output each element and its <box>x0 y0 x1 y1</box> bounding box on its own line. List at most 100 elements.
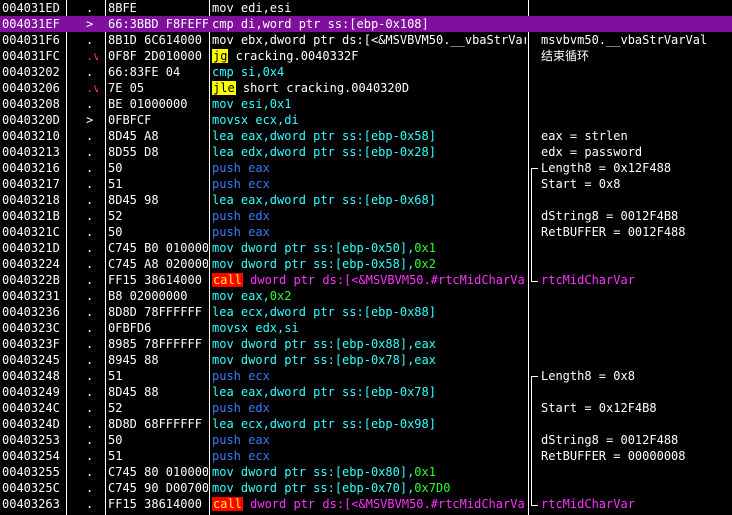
address-cell: 0040321C <box>2 225 60 239</box>
jump-marker: . <box>86 209 94 223</box>
comment-cell: dString8 = 0012F488 <box>541 433 679 447</box>
hex-cell: 0FBFD6 <box>108 321 152 335</box>
hex-cell: 0F8F 2D010000 <box>108 49 202 63</box>
disassembly-row[interactable]: 0040324C. 52 push edx Start = 0x12F4B8 <box>0 400 732 416</box>
comment-cell <box>541 112 732 128</box>
hex-cell: C745 80 01000000 <box>108 465 208 479</box>
address-cell: 0040325C <box>2 481 60 495</box>
instruction-token: jle <box>212 81 236 95</box>
jump-marker: > <box>86 113 94 127</box>
disassembly-row[interactable]: 0040321B. 52 push edx dString8 = 0012F4B8 <box>0 208 732 224</box>
jump-marker: . <box>86 129 94 143</box>
disassembly-row[interactable]: 00403208. BE 01000000 mov esi,0x1 <box>0 96 732 112</box>
address-cell: 004031EF <box>2 17 60 31</box>
hex-cell: 66:3BBD F8FEFF <box>108 17 208 31</box>
disassembly-view[interactable]: 004031ED. 8BFE mov edi,esi 004031EF >66:3BBD… <box>0 0 732 515</box>
disassembly-row[interactable]: 0040322B. FF15 38614000 call dword ptr ds:… <box>0 272 732 288</box>
instruction-token: movsx edx,si <box>212 321 299 335</box>
address-cell: 00403263 <box>2 497 60 511</box>
disassembly-row[interactable]: 00403248. 51 push ecx Length8 = 0x8 <box>0 368 732 384</box>
address-cell: 00403253 <box>2 433 60 447</box>
disassembly-row[interactable]: 00403210. 8D45 A8 lea eax,dword ptr ss:[eb… <box>0 128 732 144</box>
instruction-token: 0x1 <box>414 465 436 479</box>
hex-cell: 51 <box>108 369 123 383</box>
address-cell: 00403254 <box>2 449 60 463</box>
instruction-cell: mov edi,esi <box>212 0 526 16</box>
hex-cell: 52 <box>108 209 123 223</box>
disassembly-row[interactable]: 0040325C. C745 90 D0070000 mov dword ptr s… <box>0 480 732 496</box>
comment-cell: RetBUFFER = 0012F488 <box>541 225 686 239</box>
disassembly-row[interactable]: 004031EF >66:3BBD F8FEFF cmp di,word ptr s… <box>0 16 732 32</box>
address-cell: 004031FC <box>2 49 60 63</box>
disassembly-row[interactable]: 00403216. 50 push eax Length8 = 0x12F488 <box>0 160 732 176</box>
comment-cell <box>541 480 732 496</box>
comment-cell: 结束循环 <box>541 49 590 63</box>
address-cell: 0040324C <box>2 401 60 415</box>
address-cell: 00403217 <box>2 177 60 191</box>
instruction-cell: lea edx,dword ptr ss:[ebp-0x28] <box>212 144 526 160</box>
comment-cell: rtcMidCharVar <box>541 497 635 511</box>
instruction-token: 0x7D0 <box>414 481 451 495</box>
disassembly-row[interactable]: 00403224. C745 A8 02000000 mov dword ptr s… <box>0 256 732 272</box>
jump-marker: . <box>86 433 94 447</box>
jump-marker: . <box>86 497 94 511</box>
argument-bracket <box>531 168 538 282</box>
disassembly-row[interactable]: 0040323F. 8985 78FFFFFF mov dword ptr ss:[… <box>0 336 732 352</box>
instruction-cell: call dword ptr ds:[<&MSVBVM50.#rtcMidCha… <box>212 496 526 512</box>
hex-cell: FF15 38614000 <box>108 273 202 287</box>
address-cell: 0040324D <box>2 417 60 431</box>
disassembly-row[interactable]: 00403255. C745 80 01000000 mov dword ptr s… <box>0 464 732 480</box>
instruction-token: lea ecx,dword ptr ss:[ebp-0x98] <box>212 417 436 431</box>
comment-cell <box>541 16 732 32</box>
disassembly-row[interactable]: 0040320D >0FBFCF movsx ecx,di <box>0 112 732 128</box>
comment-cell: edx = password <box>541 145 643 159</box>
instruction-token: dword ptr ds:[<&MSVBVM50.#rtcMidCharVar>… <box>242 273 526 287</box>
disassembly-row[interactable]: 00403231. B8 02000000 mov eax,0x2 <box>0 288 732 304</box>
jump-marker: . <box>86 481 94 495</box>
disassembly-row[interactable]: 004031FC .v 0F8F 2D010000 jg cracking.00403… <box>0 48 732 64</box>
disassembly-row[interactable]: 0040321C. 50 push eax RetBUFFER = 0012F488 <box>0 224 732 240</box>
hex-cell: 8D45 88 <box>108 385 159 399</box>
jump-marker: . <box>86 257 94 271</box>
disassembly-row[interactable]: 004031F6. 8B1D 6C614000 mov ebx,dword ptr … <box>0 32 732 48</box>
disassembly-row[interactable]: 0040324D. 8D8D 68FFFFFF lea ecx,dword ptr … <box>0 416 732 432</box>
hex-cell: BE 01000000 <box>108 97 188 111</box>
address-cell: 00403216 <box>2 161 60 175</box>
disassembly-row[interactable]: 00403249. 8D45 88 lea eax,dword ptr ss:[eb… <box>0 384 732 400</box>
comment-cell <box>541 256 732 272</box>
jump-marker: . <box>86 65 94 79</box>
address-cell: 00403210 <box>2 129 60 143</box>
disassembly-row[interactable]: 0040323C. 0FBFD6 movsx edx,si <box>0 320 732 336</box>
instruction-cell: push eax <box>212 160 526 176</box>
disassembly-row[interactable]: 00403236. 8D8D 78FFFFFF lea ecx,dword ptr … <box>0 304 732 320</box>
disassembly-row[interactable]: 00403206 .v 7E 05 jle short cracking.004032… <box>0 80 732 96</box>
disassembly-row[interactable]: 0040321D. C745 B0 01000000 mov dword ptr s… <box>0 240 732 256</box>
disassembly-row[interactable]: 00403253. 50 push eax dString8 = 0012F488 <box>0 432 732 448</box>
disassembly-row[interactable]: 00403218. 8D45 98 lea eax,dword ptr ss:[eb… <box>0 192 732 208</box>
disassembly-row[interactable]: 00403202. 66:83FE 04 cmp si,0x4 <box>0 64 732 80</box>
instruction-token: lea ecx,dword ptr ss:[ebp-0x88] <box>212 305 436 319</box>
disassembly-row[interactable]: 00403217. 51 push ecx Start = 0x8 <box>0 176 732 192</box>
hex-cell: 8D8D 68FFFFFF <box>108 417 202 431</box>
instruction-cell: mov dword ptr ss:[ebp-0x58],0x2 <box>212 256 526 272</box>
address-cell: 00403255 <box>2 465 60 479</box>
instruction-cell: push eax <box>212 224 526 240</box>
disassembly-row[interactable]: 00403213. 8D55 D8 lea edx,dword ptr ss:[eb… <box>0 144 732 160</box>
address-cell: 00403206 <box>2 81 60 95</box>
hex-cell: 8D45 98 <box>108 193 159 207</box>
jump-marker: . <box>86 417 94 431</box>
jump-marker: . <box>86 97 94 111</box>
disassembly-row[interactable]: 00403254. 51 push ecx RetBUFFER = 00000008 <box>0 448 732 464</box>
disassembly-row[interactable]: 00403263. FF15 38614000 call dword ptr ds:… <box>0 496 732 512</box>
comment-cell <box>541 464 732 480</box>
jump-marker: . <box>86 225 94 239</box>
hex-cell: B8 02000000 <box>108 289 188 303</box>
hex-cell: C745 A8 02000000 <box>108 257 208 271</box>
disassembly-row[interactable]: 00403245. 8945 88 mov dword ptr ss:[ebp-0x… <box>0 352 732 368</box>
instruction-token: mov dword ptr ss:[ebp-0x70], <box>212 481 415 495</box>
instruction-cell: jle short cracking.0040320D <box>212 80 526 96</box>
instruction-cell: jg cracking.0040332F <box>212 48 526 64</box>
comment-cell <box>541 80 732 96</box>
jump-marker: > <box>86 17 94 31</box>
disassembly-row[interactable]: 004031ED. 8BFE mov edi,esi <box>0 0 732 16</box>
